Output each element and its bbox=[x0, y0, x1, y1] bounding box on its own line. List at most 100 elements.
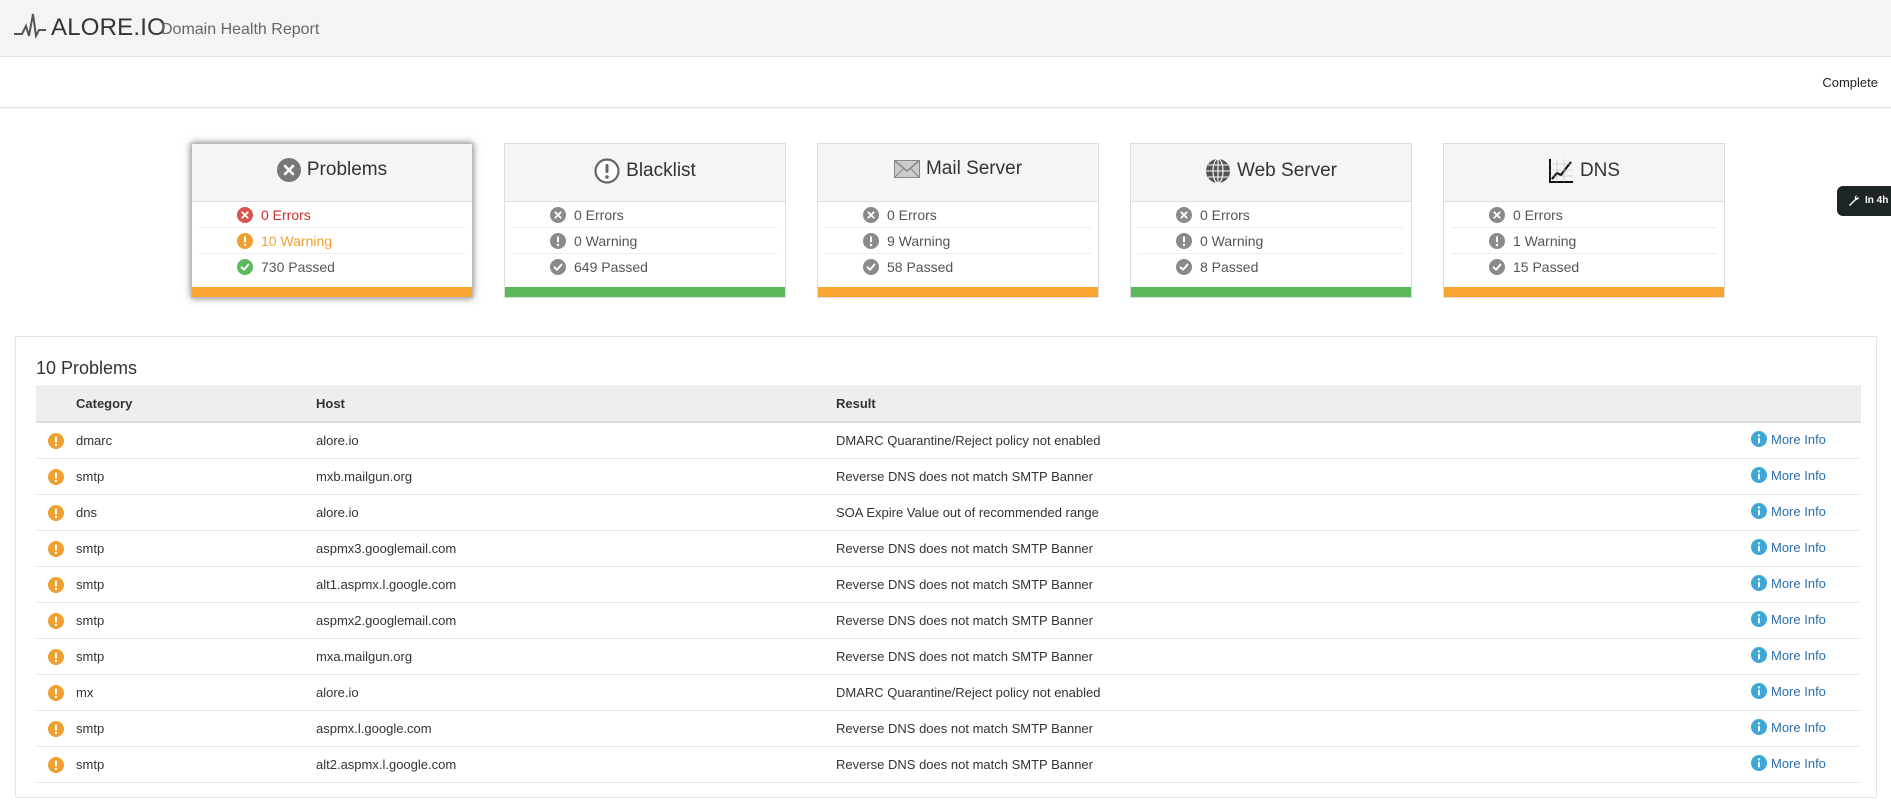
card-errors-text: 0 Errors bbox=[1513, 206, 1563, 223]
card-warning: 10 Warning bbox=[199, 228, 465, 254]
header-more bbox=[1751, 385, 1861, 423]
table-row: mx alore.io DMARC Quarantine/Reject policy… bbox=[36, 674, 1861, 711]
summary-card-dns[interactable]: DNS 0 Errors 1 Warning 15 Passed bbox=[1443, 143, 1725, 298]
card-passed: 8 Passed bbox=[1138, 254, 1404, 279]
floating-tab[interactable]: In 4h bbox=[1837, 186, 1891, 216]
cell-category: dns bbox=[76, 494, 316, 531]
warning-icon bbox=[48, 648, 64, 665]
x-circle-icon bbox=[550, 206, 566, 223]
info-icon bbox=[1751, 503, 1767, 519]
card-header: Blacklist bbox=[505, 144, 785, 202]
logo-icon bbox=[14, 13, 46, 38]
card-errors-text: 0 Errors bbox=[574, 206, 624, 223]
info-icon bbox=[1751, 575, 1767, 591]
table-row: smtp aspmx2.googlemail.com Reverse DNS doe… bbox=[36, 602, 1861, 639]
card-status-bar bbox=[1444, 287, 1724, 297]
card-errors: 0 Errors bbox=[1138, 202, 1404, 228]
warning-icon bbox=[48, 432, 64, 449]
summary-card-blacklist[interactable]: Blacklist 0 Errors 0 Warning 649 Passed bbox=[504, 143, 786, 298]
card-passed-text: 649 Passed bbox=[574, 258, 648, 275]
warning-icon bbox=[48, 540, 64, 557]
more-info-link[interactable]: More Info bbox=[1751, 467, 1826, 483]
card-passed: 649 Passed bbox=[512, 254, 778, 279]
table-row: dmarc alore.io DMARC Quarantine/Reject pol… bbox=[36, 422, 1861, 459]
more-info-link[interactable]: More Info bbox=[1751, 683, 1826, 699]
cell-category: mx bbox=[76, 674, 316, 711]
card-warning-text: 10 Warning bbox=[261, 232, 333, 249]
more-info-link[interactable]: More Info bbox=[1751, 647, 1826, 663]
check-icon bbox=[1176, 258, 1192, 275]
cell-category: smtp bbox=[76, 638, 316, 675]
info-icon bbox=[1751, 611, 1767, 627]
problems-title: 10 Problems bbox=[36, 358, 138, 378]
more-info-label: More Info bbox=[1771, 467, 1826, 483]
cell-result: DMARC Quarantine/Reject policy not enabl… bbox=[836, 674, 1751, 711]
more-info-link[interactable]: More Info bbox=[1751, 431, 1826, 447]
cell-host: aspmx.l.google.com bbox=[316, 710, 836, 747]
card-warning: 0 Warning bbox=[512, 228, 778, 254]
cell-result: Reverse DNS does not match SMTP Banner bbox=[836, 602, 1751, 639]
card-title: DNS bbox=[1579, 160, 1621, 181]
more-info-link[interactable]: More Info bbox=[1751, 539, 1826, 555]
cell-category: dmarc bbox=[76, 422, 316, 459]
header-result: Result bbox=[836, 385, 1751, 423]
table-row: smtp alt1.aspmx.l.google.com Reverse DNS d… bbox=[36, 566, 1861, 603]
warning-icon bbox=[48, 504, 64, 521]
warning-icon bbox=[48, 576, 64, 593]
more-info-link[interactable]: More Info bbox=[1751, 755, 1826, 771]
wrench-icon bbox=[1849, 195, 1859, 206]
card-passed-text: 8 Passed bbox=[1200, 258, 1259, 275]
check-icon bbox=[237, 258, 253, 275]
more-info-label: More Info bbox=[1771, 719, 1826, 735]
warning-icon bbox=[863, 232, 879, 249]
header-icon-col bbox=[36, 385, 76, 423]
more-info-link[interactable]: More Info bbox=[1751, 575, 1826, 591]
more-info-link[interactable]: More Info bbox=[1751, 719, 1826, 735]
table-row: dns alore.io SOA Expire Value out of recom… bbox=[36, 494, 1861, 531]
card-status-bar bbox=[1131, 287, 1411, 297]
cell-result: Reverse DNS does not match SMTP Banner bbox=[836, 710, 1751, 747]
more-info-link[interactable]: More Info bbox=[1751, 611, 1826, 627]
cell-host: mxb.mailgun.org bbox=[316, 458, 836, 495]
cell-host: alore.io bbox=[316, 494, 836, 531]
more-info-label: More Info bbox=[1771, 539, 1826, 555]
cell-host: alore.io bbox=[316, 422, 836, 459]
card-header: Mail Server bbox=[818, 144, 1098, 202]
card-warning: 0 Warning bbox=[1138, 228, 1404, 254]
table-row: smtp mxb.mailgun.org Reverse DNS does not … bbox=[36, 458, 1861, 495]
cell-category: smtp bbox=[76, 566, 316, 603]
summary-card-mail-server[interactable]: Mail Server 0 Errors 9 Warning 58 Passed bbox=[817, 143, 1099, 298]
more-info-label: More Info bbox=[1771, 575, 1826, 591]
card-header: DNS bbox=[1444, 144, 1724, 202]
card-header: Problems bbox=[192, 144, 472, 202]
x-circle-icon bbox=[1176, 206, 1192, 223]
x-circle-icon bbox=[237, 206, 253, 223]
info-icon bbox=[1751, 755, 1767, 771]
more-info-label: More Info bbox=[1771, 611, 1826, 627]
table-row: smtp aspmx3.googlemail.com Reverse DNS doe… bbox=[36, 530, 1861, 567]
more-info-label: More Info bbox=[1771, 431, 1826, 447]
table-header-row: Category Host Result bbox=[36, 385, 1861, 423]
card-title: Problems bbox=[306, 159, 388, 180]
info-icon bbox=[1751, 431, 1767, 447]
cell-category: smtp bbox=[76, 530, 316, 567]
cell-result: Reverse DNS does not match SMTP Banner bbox=[836, 638, 1751, 675]
more-info-link[interactable]: More Info bbox=[1751, 503, 1826, 519]
check-icon bbox=[1489, 258, 1505, 275]
status-text: Complete bbox=[1822, 75, 1878, 90]
app-header: ALORE.IO Domain Health Report bbox=[0, 0, 1891, 57]
cell-result: Reverse DNS does not match SMTP Banner bbox=[836, 566, 1751, 603]
card-warning-text: 0 Warning bbox=[574, 232, 638, 249]
card-warning-text: 9 Warning bbox=[887, 232, 951, 249]
card-passed-text: 58 Passed bbox=[887, 258, 954, 275]
cell-host: aspmx3.googlemail.com bbox=[316, 530, 836, 567]
card-errors: 0 Errors bbox=[199, 202, 465, 228]
more-info-label: More Info bbox=[1771, 755, 1826, 771]
summary-card-problems[interactable]: Problems 0 Errors 10 Warning 730 Passed bbox=[191, 143, 473, 298]
info-icon bbox=[1751, 539, 1767, 555]
summary-card-web-server[interactable]: Web Server 0 Errors 0 Warning 8 Passed bbox=[1130, 143, 1412, 298]
exclamation-circle-icon bbox=[594, 158, 620, 184]
problems-table: Category Host Result dmarc alore.io DMARC … bbox=[36, 385, 1861, 783]
info-icon bbox=[1751, 683, 1767, 699]
brand-name[interactable]: ALORE.IO bbox=[51, 14, 166, 42]
